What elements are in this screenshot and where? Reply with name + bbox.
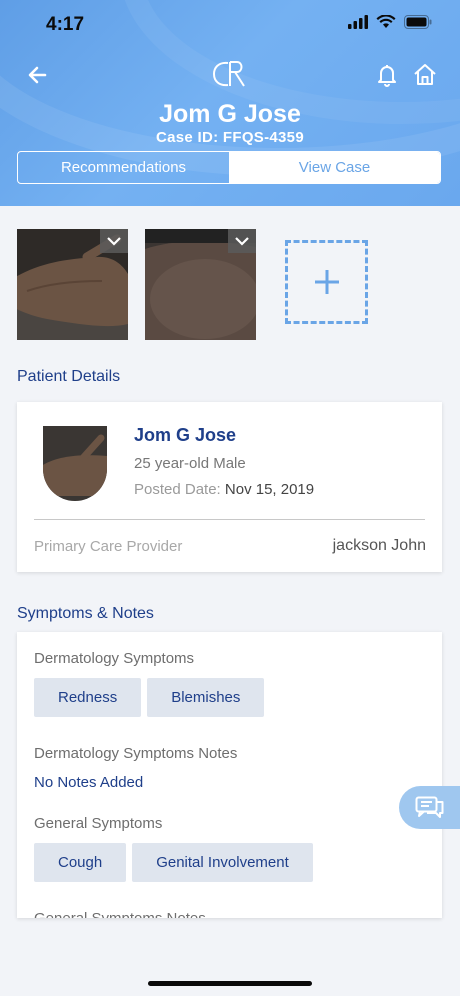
general-notes-label: General Symptoms Notes (34, 910, 206, 918)
general-symptoms-label: General Symptoms (34, 815, 163, 832)
symptoms-heading: Symptoms & Notes (17, 605, 154, 622)
segmented-control: Recommendations View Case (17, 151, 441, 184)
status-time: 4:17 (46, 14, 85, 35)
add-photo-button[interactable] (285, 240, 368, 324)
app-logo (210, 58, 250, 90)
pcp-label: Primary Care Provider (34, 538, 183, 555)
tab-view-case[interactable]: View Case (229, 152, 440, 183)
general-chips: Cough Genital Involvement (34, 843, 313, 882)
pcp-value: jackson John (332, 537, 426, 554)
chevron-down-icon[interactable] (228, 229, 256, 253)
patient-details-heading: Patient Details (17, 368, 121, 385)
home-icon[interactable] (410, 60, 440, 90)
status-bar: 4:17 (0, 0, 460, 50)
posted-date: Posted Date: Nov 15, 2019 (134, 481, 315, 498)
signal-icon (348, 15, 368, 29)
chip-redness: Redness (34, 678, 142, 717)
avatar (43, 426, 107, 501)
chat-icon (415, 796, 444, 818)
derm-chips: Redness Blemishes (34, 678, 265, 717)
patient-name: Jom G Jose (134, 425, 237, 445)
derm-notes-label: Dermatology Symptoms Notes (34, 745, 238, 762)
divider (34, 519, 425, 520)
derm-notes-value: No Notes Added (34, 774, 144, 791)
patient-card: Jom G Jose 25 year-old Male Posted Date:… (17, 402, 442, 572)
case-id: Case ID: FFQS-4359 (156, 129, 304, 146)
case-photo-1[interactable] (17, 229, 128, 340)
patient-name-title: Jom G Jose (159, 100, 301, 128)
back-arrow-icon[interactable] (23, 60, 53, 90)
home-indicator (148, 981, 312, 986)
chat-button[interactable] (399, 786, 460, 829)
tab-recommendations[interactable]: Recommendations (18, 152, 229, 183)
chevron-down-icon[interactable] (100, 229, 128, 253)
plus-icon (314, 270, 339, 294)
chip-blemishes: Blemishes (147, 678, 265, 717)
chip-genital-involvement: Genital Involvement (132, 843, 313, 882)
case-photo-2[interactable] (145, 229, 256, 340)
chip-cough: Cough (34, 843, 127, 882)
wifi-icon (376, 15, 396, 28)
symptoms-card: Dermatology Symptoms Redness Blemishes D… (17, 632, 442, 918)
patient-age-gender: 25 year-old Male (134, 455, 246, 472)
battery-icon (404, 15, 432, 29)
bell-icon[interactable] (372, 60, 402, 90)
derm-symptoms-label: Dermatology Symptoms (34, 650, 195, 667)
